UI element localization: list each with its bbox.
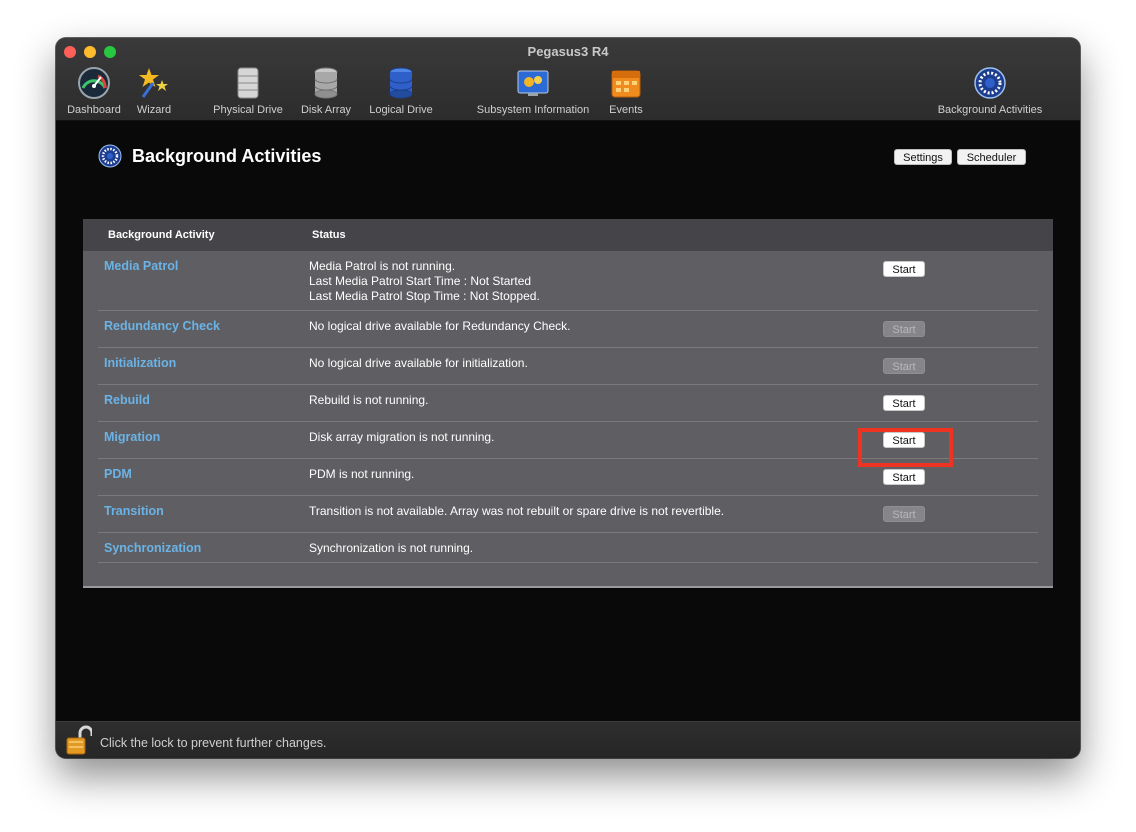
- toolbar-label: Physical Drive: [213, 104, 283, 116]
- start-pdm-button[interactable]: Start: [883, 469, 925, 485]
- activity-status: Transition is not available. Array was n…: [309, 504, 724, 519]
- title-toolbar: Pegasus3 R4 Dashboard Wizard Physical Dr…: [56, 38, 1080, 121]
- toolbar-label: Disk Array: [300, 104, 352, 116]
- activity-status: PDM is not running.: [309, 467, 414, 482]
- status-line: No logical drive available for initializ…: [309, 356, 528, 370]
- activity-status: Synchronization is not running.: [309, 541, 473, 556]
- activity-status: Media Patrol is not running. Last Media …: [309, 259, 540, 304]
- toolbar-logical-drive[interactable]: Logical Drive: [364, 66, 438, 116]
- status-line: Rebuild is not running.: [309, 393, 429, 407]
- page-title: Background Activities: [132, 146, 322, 166]
- subsystem-info-icon: [516, 66, 550, 100]
- table-header: Background Activity Status: [83, 219, 1053, 251]
- table-row-media-patrol: Media Patrol Media Patrol is not running…: [98, 251, 1038, 311]
- start-transition-button: Start: [883, 506, 925, 522]
- status-line: PDM is not running.: [309, 467, 415, 481]
- status-line: Transition is not available. Array was n…: [309, 504, 725, 518]
- toolbar-background-activities[interactable]: Background Activities: [930, 66, 1050, 116]
- table-row-transition: Transition Transition is not available. …: [98, 496, 1038, 533]
- activity-link-synchronization[interactable]: Synchronization: [104, 541, 201, 555]
- main-content: Background Activities Settings Scheduler…: [56, 121, 1080, 721]
- status-line: Last Media Patrol Stop Time : Not Stoppe…: [309, 289, 540, 303]
- start-rebuild-button[interactable]: Start: [883, 395, 925, 411]
- wizard-stars-icon: [137, 66, 171, 100]
- activity-status: No logical drive available for Redundanc…: [309, 319, 570, 334]
- column-header-activity: Background Activity: [108, 229, 215, 241]
- toolbar-label: Subsystem Information: [476, 104, 590, 116]
- window-title: Pegasus3 R4: [527, 44, 609, 59]
- toolbar-label: Wizard: [136, 104, 172, 116]
- status-message: Click the lock to prevent further change…: [100, 736, 327, 750]
- status-line: Synchronization is not running.: [309, 541, 474, 555]
- background-activities-icon: [98, 144, 122, 168]
- toolbar-events[interactable]: Events: [604, 66, 648, 116]
- start-initialization-button: Start: [883, 358, 925, 374]
- activity-link-initialization[interactable]: Initialization: [104, 356, 176, 370]
- status-line: Disk array migration is not running.: [309, 430, 495, 444]
- toolbar-label: Events: [609, 104, 643, 116]
- activity-link-redundancy-check[interactable]: Redundancy Check: [104, 319, 220, 333]
- table-row-redundancy-check: Redundancy Check No logical drive availa…: [98, 311, 1038, 348]
- physical-drive-icon: [231, 66, 265, 100]
- activity-link-migration[interactable]: Migration: [104, 430, 160, 444]
- toolbar-label: Dashboard: [67, 104, 121, 116]
- start-redundancy-check-button: Start: [883, 321, 925, 337]
- toolbar-label: Logical Drive: [369, 104, 433, 116]
- toolbar-disk-array[interactable]: Disk Array: [296, 66, 356, 116]
- disk-array-icon: [309, 66, 343, 100]
- table-row-rebuild: Rebuild Rebuild is not running. Start: [98, 385, 1038, 422]
- column-header-status: Status: [312, 229, 346, 241]
- activity-status: Rebuild is not running.: [309, 393, 428, 408]
- table-row-initialization: Initialization No logical drive availabl…: [98, 348, 1038, 385]
- activity-link-pdm[interactable]: PDM: [104, 467, 132, 481]
- toolbar-physical-drive[interactable]: Physical Drive: [208, 66, 288, 116]
- unlocked-padlock-icon[interactable]: [66, 725, 94, 755]
- status-line: Last Media Patrol Start Time : Not Start…: [309, 274, 532, 288]
- background-activities-icon: [973, 66, 1007, 100]
- settings-button[interactable]: Settings: [894, 149, 952, 165]
- activity-status: Disk array migration is not running.: [309, 430, 494, 445]
- logical-drive-icon: [384, 66, 418, 100]
- status-bar: Click the lock to prevent further change…: [56, 721, 1080, 758]
- toolbar-label: Background Activities: [937, 104, 1043, 116]
- dashboard-gauge-icon: [77, 66, 111, 100]
- scheduler-button[interactable]: Scheduler: [957, 149, 1026, 165]
- table-row-synchronization: Synchronization Synchronization is not r…: [98, 533, 1038, 563]
- app-window: Pegasus3 R4 Dashboard Wizard Physical Dr…: [56, 38, 1080, 758]
- rebuild-start-highlight: [858, 428, 953, 467]
- toolbar-wizard[interactable]: Wizard: [130, 66, 178, 116]
- activity-status: No logical drive available for initializ…: [309, 356, 528, 371]
- toolbar-dashboard[interactable]: Dashboard: [64, 66, 124, 116]
- background-activities-table: Background Activity Status Media Patrol …: [83, 219, 1053, 588]
- activity-link-rebuild[interactable]: Rebuild: [104, 393, 150, 407]
- status-line: Media Patrol is not running.: [309, 259, 456, 273]
- activity-link-media-patrol[interactable]: Media Patrol: [104, 259, 178, 273]
- start-media-patrol-button[interactable]: Start: [883, 261, 925, 277]
- toolbar-subsystem-information[interactable]: Subsystem Information: [470, 66, 596, 116]
- status-line: No logical drive available for Redundanc…: [309, 319, 571, 333]
- events-calendar-icon: [609, 66, 643, 100]
- activity-link-transition[interactable]: Transition: [104, 504, 164, 518]
- table-footer-divider: [83, 586, 1053, 588]
